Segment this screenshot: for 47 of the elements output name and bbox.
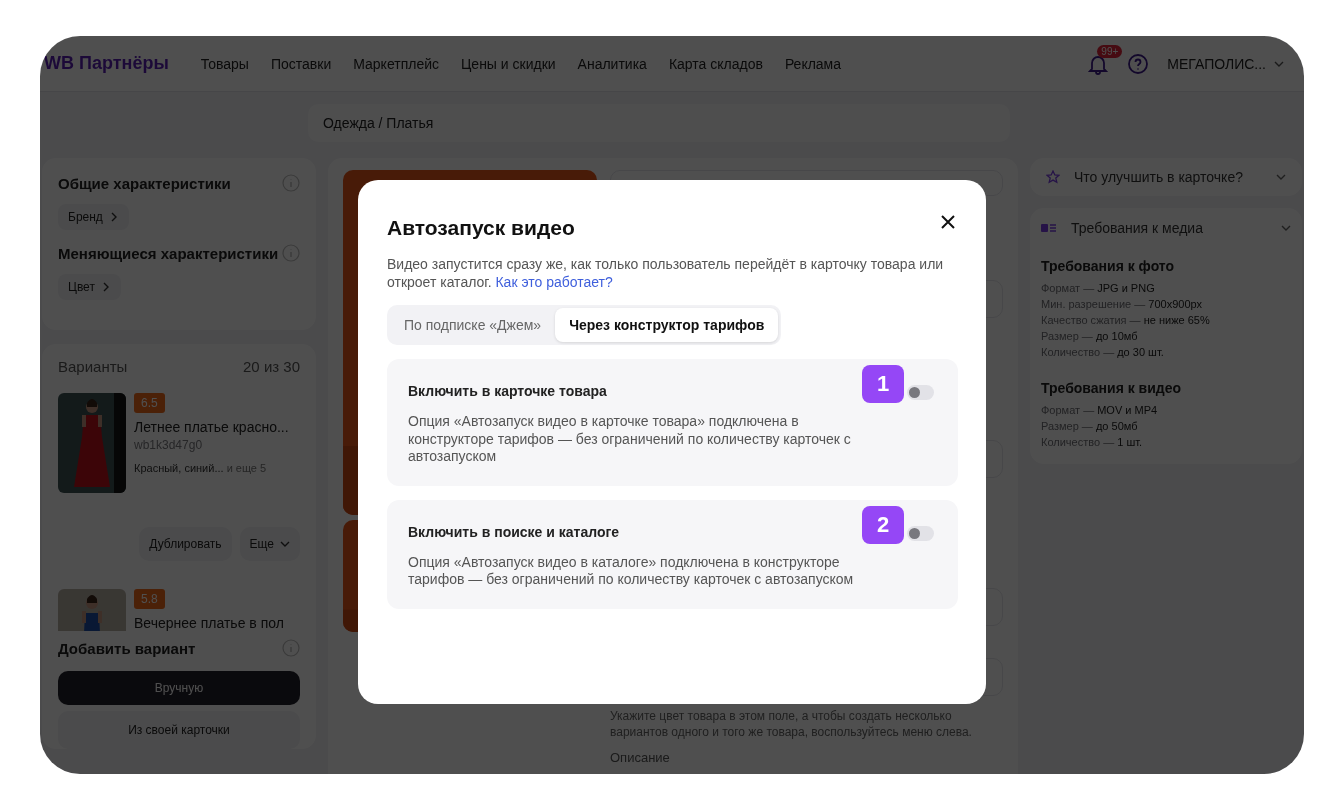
step-badge: 1 [862, 365, 904, 403]
chevron-icon [1276, 172, 1286, 182]
nav-link[interactable]: Товары [200, 55, 249, 72]
dialog-title: Автозапуск видео [387, 216, 575, 240]
nav-link[interactable]: Поставки [270, 55, 332, 72]
nav-link[interactable]: Карта складов [668, 55, 763, 72]
option-description: Опция «Автозапуск видео в карточке товара» подключена в конструкторе тарифов — без ограничений по количеству карточек с автозапуском [408, 413, 852, 466]
tab[interactable]: Через конструктор тарифов [555, 308, 779, 342]
option-title: Включить в карточке товара [408, 383, 608, 399]
rating-badge: 6.5 [134, 393, 165, 413]
chevron-icon [1281, 223, 1291, 233]
requirements-title: Требования к фото [1041, 258, 1176, 274]
logo[interactable]: WB Партнёры [44, 53, 169, 74]
from-card-button[interactable]: Из своей карточки [58, 711, 300, 749]
option-description: Опция «Автозапуск видео в каталоге» подключена в конструкторе тарифов — без ограничений по количеству карточек с автозапуском [408, 553, 855, 589]
requirements-title: Требования к видео [1041, 380, 1183, 396]
nav-link[interactable]: Цены и скидки [461, 55, 556, 72]
duplicate-button[interactable]: Дублировать [139, 527, 232, 561]
step-badge: 2 [862, 505, 904, 544]
section-title: Общие характеристики [58, 174, 231, 192]
help-icon[interactable] [1127, 52, 1150, 75]
more-button[interactable]: Еще [239, 527, 300, 561]
attribute-chip[interactable]: Цвет [58, 274, 121, 300]
media-icon [1041, 223, 1057, 233]
attribute-chip[interactable]: Бренд [58, 204, 129, 230]
section-title: Меняющиеся характеристики [58, 244, 279, 262]
panel-title[interactable]: Требования к медиа [1071, 220, 1267, 236]
toggle-switch[interactable] [907, 525, 934, 541]
variant-name[interactable]: Вечернее платье в пол [134, 615, 284, 631]
close-icon [940, 214, 956, 230]
rating-badge: 5.8 [134, 589, 165, 609]
help-link[interactable]: Как это работает? [495, 273, 613, 290]
dialog-description: Видео запустится сразу же, как только пользователь перейдёт в карточку товара или откроет каталог. Как это работает? [387, 256, 945, 291]
chevron-icon [280, 539, 290, 549]
star-icon [1046, 170, 1060, 184]
option-title: Включить в поиске и каталоге [408, 523, 621, 540]
nav-link[interactable]: Аналитика [577, 55, 647, 72]
notification-badge: 99+ [1097, 44, 1123, 58]
close-button[interactable] [940, 214, 956, 230]
manual-button[interactable]: Вручную [58, 671, 300, 705]
account-menu[interactable]: МЕГАПОЛИС... [1167, 55, 1284, 72]
variant-name[interactable]: Летнее платье красно... [134, 419, 289, 435]
toggle-switch[interactable] [907, 385, 934, 400]
nav-link[interactable]: Реклама [784, 55, 842, 72]
tab[interactable]: По подписке «Джем» [390, 308, 556, 342]
nav-link[interactable]: Маркетплейс [353, 55, 439, 72]
section-title: Добавить вариант [58, 639, 196, 657]
